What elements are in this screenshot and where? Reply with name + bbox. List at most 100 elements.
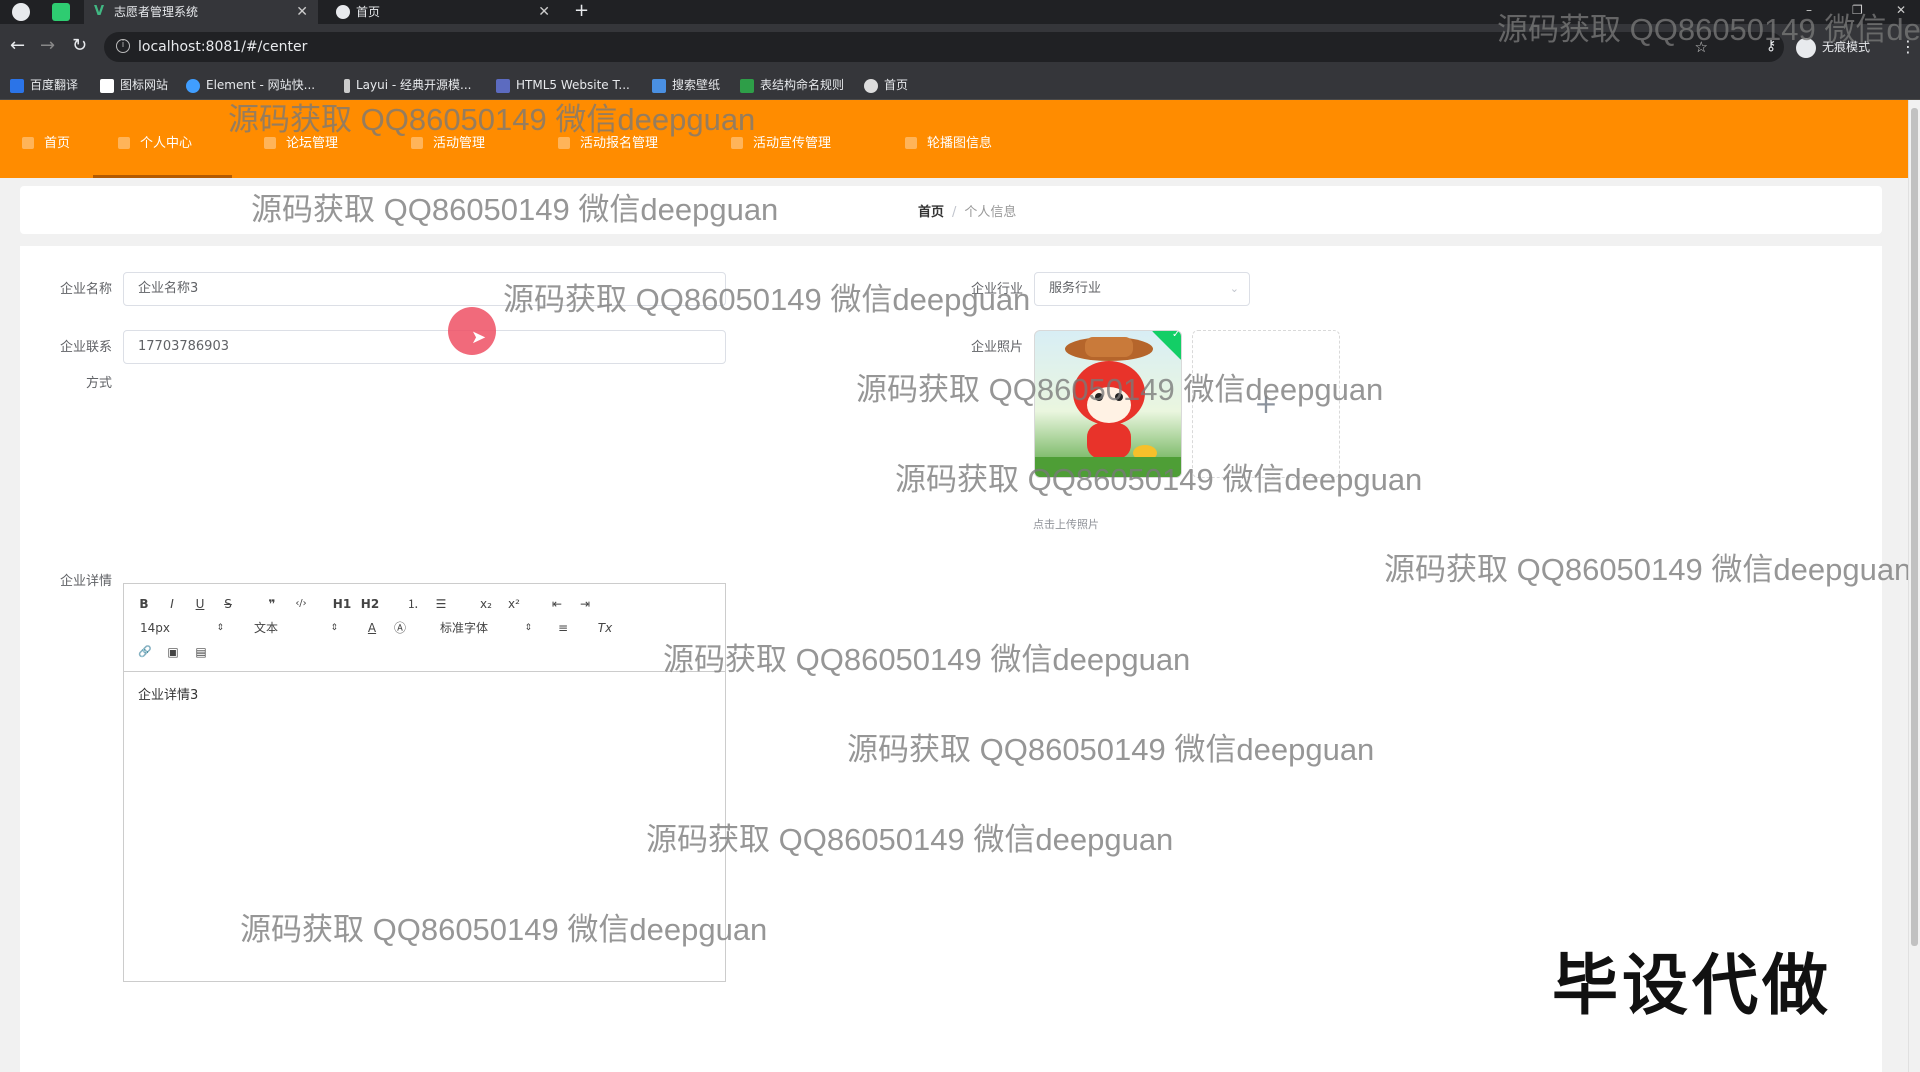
header-value: 文本 bbox=[254, 621, 279, 635]
new-tab-button[interactable]: + bbox=[574, 0, 589, 22]
watermark: 源码获取 QQ86050149 微信deepguan bbox=[1384, 552, 1912, 587]
header-select[interactable]: 文本 ⇕ bbox=[254, 619, 338, 637]
tab-title: 首页 bbox=[356, 5, 381, 19]
bookmark-label: 首页 bbox=[884, 78, 909, 92]
tab-volunteer-system[interactable]: V 志愿者管理系统 ✕ bbox=[84, 0, 318, 24]
vue-icon: V bbox=[94, 4, 105, 19]
link-button[interactable]: 🔗 bbox=[136, 643, 154, 661]
reload-icon[interactable]: ↻ bbox=[72, 36, 87, 56]
underline-button[interactable]: U bbox=[192, 595, 208, 613]
bookmark-icon bbox=[10, 78, 24, 93]
breadcrumb-home[interactable]: 首页 bbox=[918, 205, 944, 220]
font-size-select[interactable]: 14px ⇕ bbox=[140, 619, 224, 637]
outdent-button[interactable]: ⇤ bbox=[548, 595, 566, 613]
italic-button[interactable]: I bbox=[164, 595, 180, 613]
bookmark-item[interactable]: 表结构命名规则 bbox=[740, 70, 844, 100]
nav-label: 首页 bbox=[44, 136, 71, 151]
company-photo-label: 企业照片 bbox=[970, 340, 1023, 355]
bookmark-item[interactable]: 百度翻译 bbox=[10, 70, 78, 100]
scrollbar-thumb[interactable] bbox=[1911, 108, 1918, 946]
mouse-pointer-icon: ➤ bbox=[471, 327, 487, 348]
bold-button[interactable]: B bbox=[136, 595, 152, 613]
close-icon[interactable]: ✕ bbox=[296, 0, 308, 24]
select-arrows-icon: ⇕ bbox=[524, 623, 532, 633]
bookmark-item[interactable]: 首页 bbox=[864, 70, 908, 100]
video-button[interactable]: ▤ bbox=[192, 643, 210, 661]
editor-toolbar: B I U S ❞ ‹/› H1 H2 ⒈ ☰ x₂ x² ⇤ ⇥ 14px ⇕ … bbox=[124, 584, 725, 672]
nav-item-carousel[interactable]: 轮播图信息 bbox=[905, 100, 992, 178]
bookmark-label: Layui - 经典开源模... bbox=[356, 78, 472, 92]
watermark: 源码获取 QQ86050149 微信deepguan bbox=[251, 192, 779, 227]
clean-format-button[interactable]: Tx bbox=[594, 619, 616, 637]
tab-title: 志愿者管理系统 bbox=[114, 5, 199, 19]
bookmark-icon bbox=[100, 78, 114, 93]
h1-button[interactable]: H1 bbox=[332, 595, 352, 613]
bullet-list-button[interactable]: ☰ bbox=[432, 595, 450, 613]
browser-menu-icon[interactable] bbox=[12, 3, 30, 21]
check-icon: ✓ bbox=[1172, 330, 1181, 341]
company-contact-label-wrap: 方式 bbox=[85, 376, 112, 391]
align-button[interactable]: ≡ bbox=[554, 619, 572, 637]
image-button[interactable]: ▣ bbox=[164, 643, 182, 661]
code-block-button[interactable]: ‹/› bbox=[290, 595, 312, 613]
nav-label: 轮播图信息 bbox=[927, 136, 993, 151]
url-text[interactable]: localhost:8081/#/center bbox=[138, 32, 307, 62]
nav-item-home[interactable]: 首页 bbox=[22, 100, 70, 178]
watermark: 源码获取 QQ86050149 微信deepguan bbox=[240, 912, 768, 947]
company-contact-input[interactable]: 17703786903 bbox=[123, 330, 726, 364]
nav-label: 活动宣传管理 bbox=[753, 136, 832, 151]
watermark: 源码获取 QQ86050149 微信deepguan bbox=[847, 732, 1375, 767]
app-launcher-icon[interactable] bbox=[52, 3, 70, 21]
bookmark-icon bbox=[344, 78, 350, 93]
promo-stamp: 毕设代做 bbox=[1552, 947, 1832, 1024]
bookmark-label: 搜索壁纸 bbox=[672, 78, 721, 92]
watermark: 源码获取 QQ86050149 微信deepguan bbox=[663, 642, 1191, 677]
chevron-down-icon: ⌄ bbox=[1229, 282, 1239, 295]
page-scrollbar[interactable] bbox=[1908, 100, 1920, 1072]
font-family-select[interactable]: 标准字体 ⇕ bbox=[440, 619, 532, 637]
close-icon[interactable]: ✕ bbox=[538, 0, 550, 24]
select-arrows-icon: ⇕ bbox=[216, 623, 224, 633]
back-icon[interactable]: ← bbox=[10, 36, 25, 56]
watermark: 源码获取 QQ86050149 微信deepguan bbox=[646, 822, 1174, 857]
bookmark-label: Element - 网站快... bbox=[206, 78, 316, 92]
forward-icon[interactable]: → bbox=[40, 36, 55, 56]
watermark: 源码获取 QQ86050149 微信deepguan bbox=[856, 372, 1384, 407]
strike-button[interactable]: S bbox=[220, 595, 236, 613]
globe-icon bbox=[336, 5, 350, 19]
editor-content[interactable]: 企业详情3 bbox=[138, 684, 198, 703]
bookmark-item[interactable]: 图标网站 bbox=[100, 70, 168, 100]
bookmark-icon bbox=[186, 78, 200, 93]
subscript-button[interactable]: x₂ bbox=[476, 595, 496, 613]
company-detail-label: 企业详情 bbox=[59, 574, 112, 589]
bookmark-label: HTML5 Website T... bbox=[516, 78, 630, 92]
tab-home[interactable]: 首页 ✕ bbox=[326, 0, 560, 24]
bookmark-icon bbox=[496, 78, 510, 93]
indent-button[interactable]: ⇥ bbox=[576, 595, 594, 613]
carousel-icon bbox=[905, 136, 917, 149]
watermark: 源码获取 QQ86050149 微信deepguan bbox=[1497, 12, 1920, 47]
company-industry-select[interactable]: 服务行业 ⌄ bbox=[1034, 272, 1250, 306]
select-arrows-icon: ⇕ bbox=[330, 623, 338, 633]
font-family-value: 标准字体 bbox=[440, 621, 489, 635]
info-icon[interactable]: i bbox=[116, 39, 130, 53]
h2-button[interactable]: H2 bbox=[360, 595, 380, 613]
bookmark-icon bbox=[864, 78, 878, 93]
watermark: 源码获取 QQ86050149 微信deepguan bbox=[895, 462, 1423, 497]
industry-value: 服务行业 bbox=[1049, 281, 1102, 296]
breadcrumb-separator: / bbox=[952, 205, 957, 220]
company-contact-label: 企业联系 bbox=[59, 340, 112, 355]
user-icon bbox=[118, 136, 130, 149]
bookmark-icon bbox=[740, 78, 754, 93]
ordered-list-button[interactable]: ⒈ bbox=[404, 595, 422, 613]
watermark: 源码获取 QQ86050149 微信deepguan bbox=[228, 102, 756, 137]
font-color-button[interactable]: A bbox=[364, 619, 380, 637]
superscript-button[interactable]: x² bbox=[504, 595, 524, 613]
breadcrumb: 首页 / 个人信息 bbox=[918, 186, 1016, 240]
watermark: 源码获取 QQ86050149 微信deepguan bbox=[503, 282, 1031, 317]
background-color-button[interactable]: Ⓐ bbox=[392, 619, 408, 637]
bookmark-icon bbox=[652, 78, 666, 93]
nav-item-personal-center[interactable]: 个人中心 bbox=[93, 100, 233, 178]
company-name-label: 企业名称 bbox=[59, 282, 112, 297]
blockquote-button[interactable]: ❞ bbox=[262, 595, 282, 613]
